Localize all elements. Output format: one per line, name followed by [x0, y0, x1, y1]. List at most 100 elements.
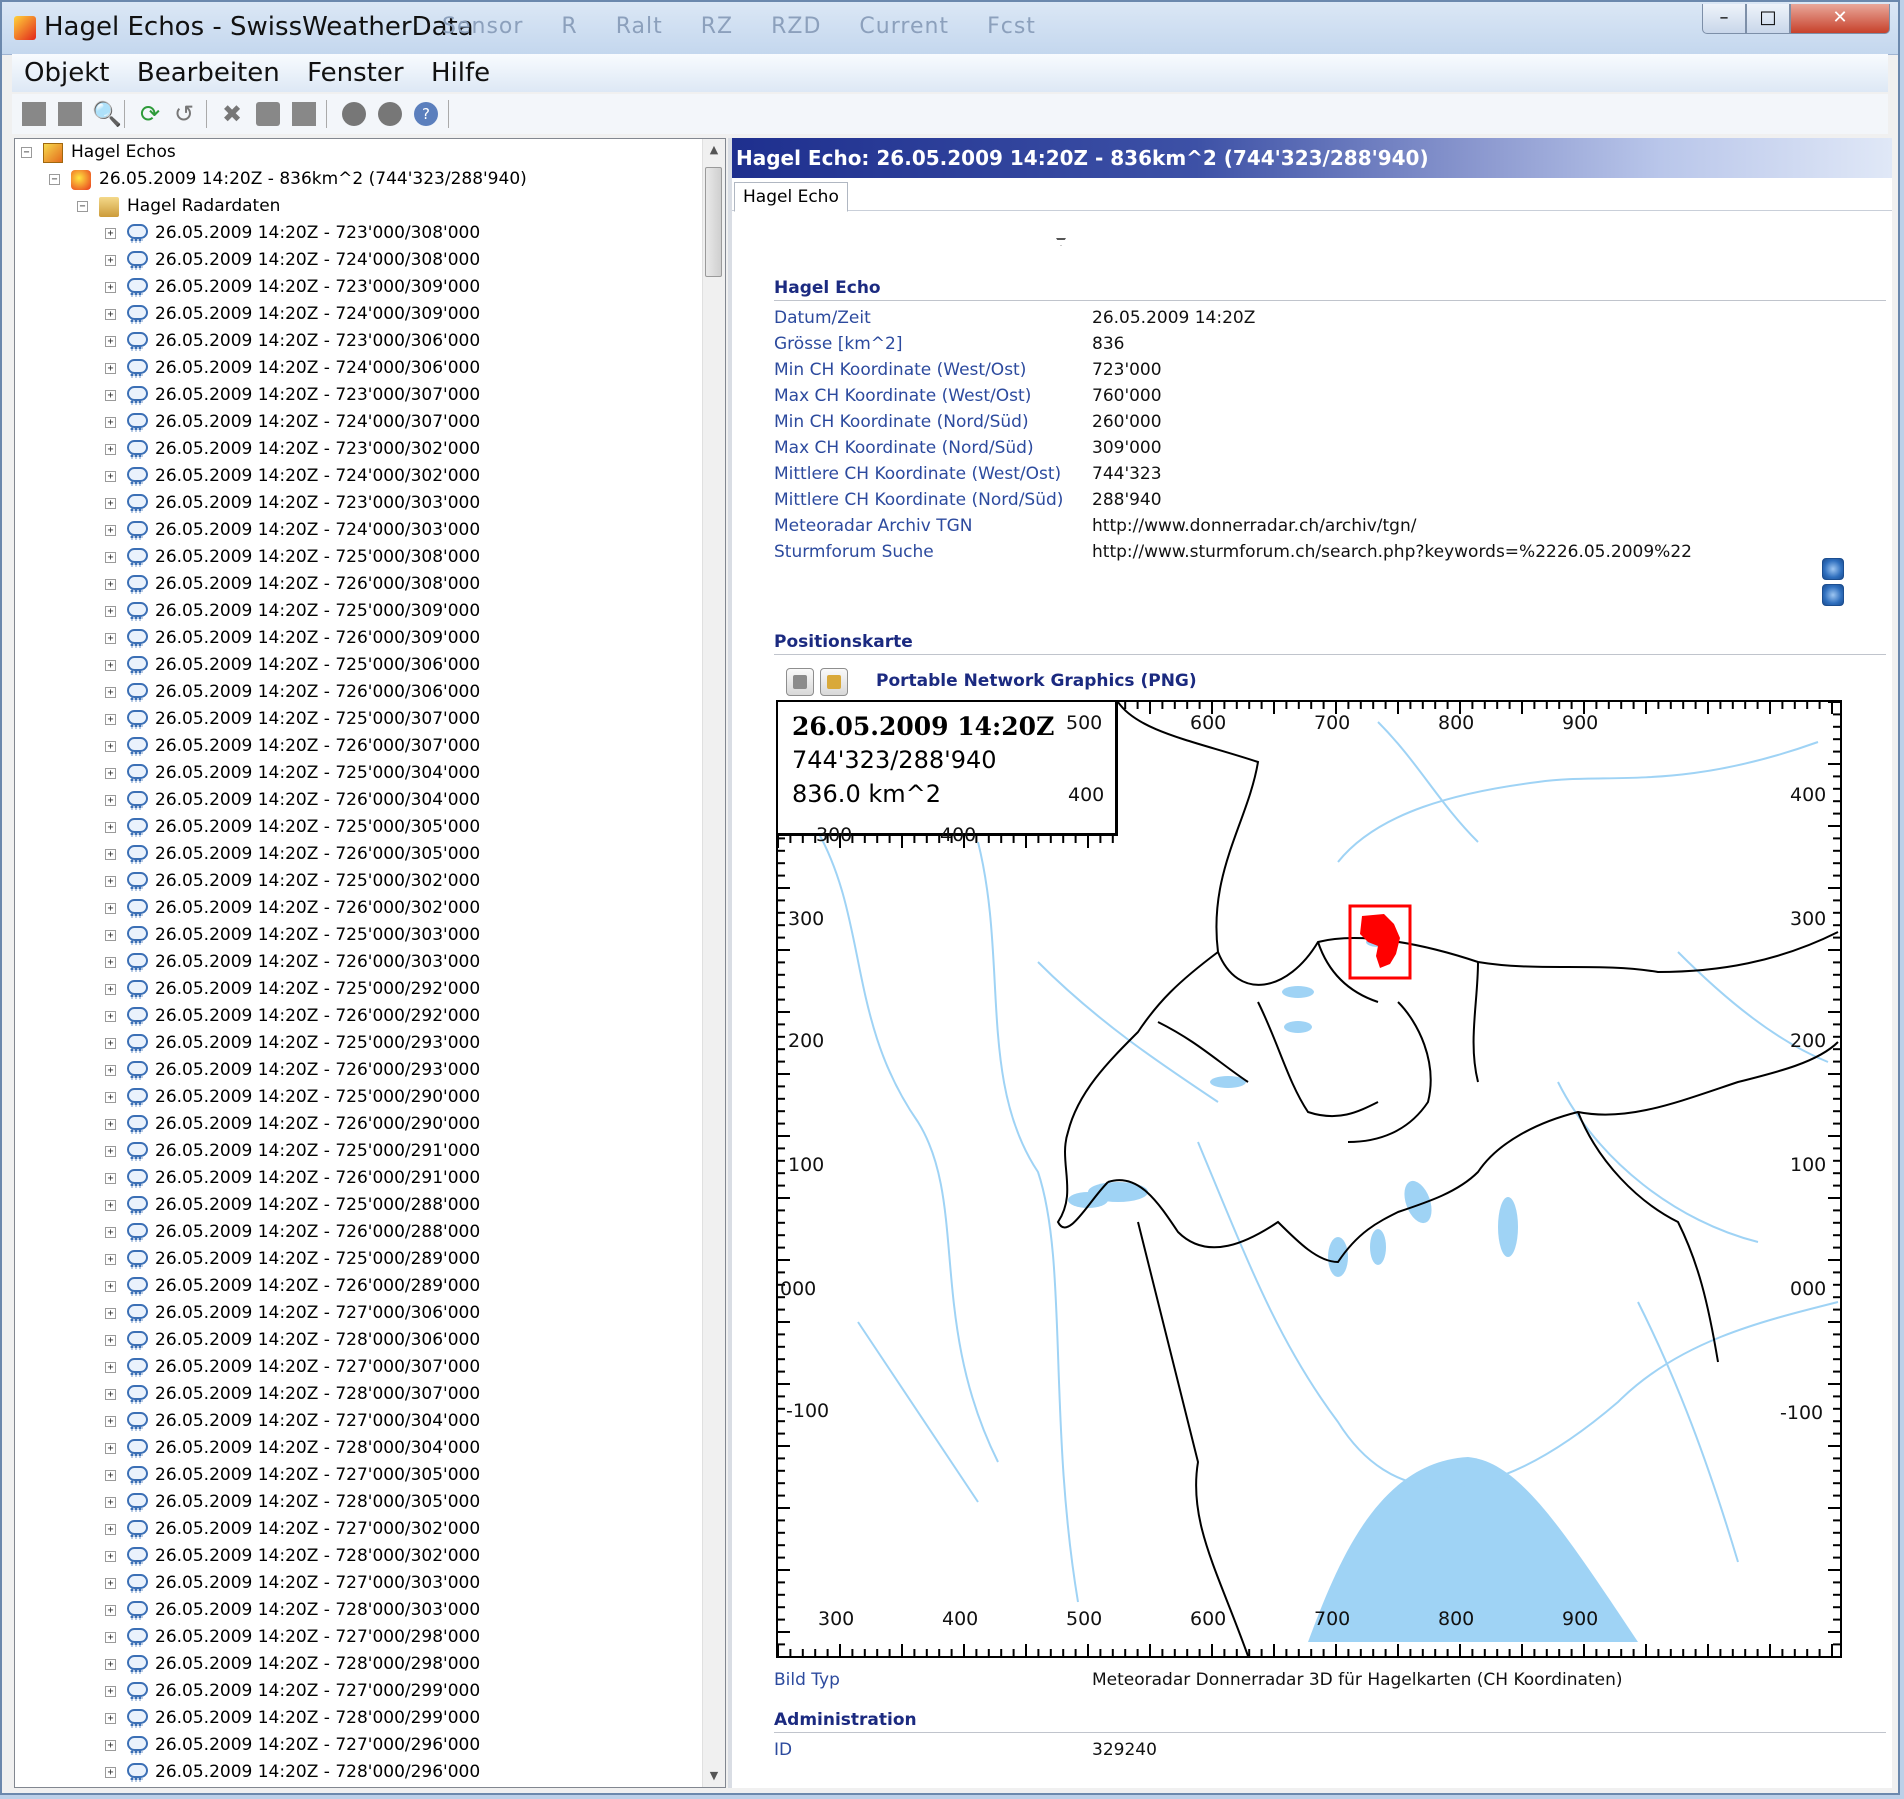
tree-node-radar-item[interactable]: +26.05.2009 14:20Z - 724'000/306'000 [15, 355, 701, 382]
search-icon[interactable]: 🔍 [92, 102, 122, 126]
expand-toggle[interactable]: + [105, 1551, 116, 1562]
menu-fenster[interactable]: Fenster [295, 54, 413, 88]
tree-scrollbar[interactable]: ▲ ▼ [702, 139, 725, 1787]
expand-toggle[interactable]: + [105, 1092, 116, 1103]
tree-node-radar-item[interactable]: +26.05.2009 14:20Z - 725'000/307'000 [15, 706, 701, 733]
expand-toggle[interactable]: + [105, 282, 116, 293]
menu-bearbeiten[interactable]: Bearbeiten [125, 54, 290, 88]
expand-toggle[interactable]: + [105, 1389, 116, 1400]
expand-toggle[interactable]: + [105, 795, 116, 806]
tree-node-radar-item[interactable]: +26.05.2009 14:20Z - 726'000/290'000 [15, 1111, 701, 1138]
tree-node-radar-item[interactable]: +26.05.2009 14:20Z - 726'000/305'000 [15, 841, 701, 868]
expand-toggle[interactable]: + [105, 309, 116, 320]
expand-toggle[interactable]: + [105, 849, 116, 860]
expand-toggle[interactable]: + [105, 417, 116, 428]
expand-toggle[interactable]: + [105, 228, 116, 239]
tree-node-radar-item[interactable]: +26.05.2009 14:20Z - 726'000/307'000 [15, 733, 701, 760]
expand-toggle[interactable]: + [105, 1173, 116, 1184]
delete-icon[interactable]: ✖ [220, 102, 244, 126]
open-link-icon[interactable] [1822, 584, 1844, 606]
tree-node-radar-item[interactable]: +26.05.2009 14:20Z - 726'000/289'000 [15, 1273, 701, 1300]
tree-node-radar-item[interactable]: +26.05.2009 14:20Z - 725'000/305'000 [15, 814, 701, 841]
tree-node-radar-item[interactable]: +26.05.2009 14:20Z - 728'000/307'000 [15, 1381, 701, 1408]
expand-toggle[interactable]: + [105, 1227, 116, 1238]
tree-node-radar-item[interactable]: +26.05.2009 14:20Z - 724'000/302'000 [15, 463, 701, 490]
expand-toggle[interactable]: + [105, 1416, 116, 1427]
prop-value[interactable]: http://www.sturmforum.ch/search.php?keyw… [1092, 542, 1692, 562]
expand-toggle[interactable]: + [105, 1065, 116, 1076]
tree-node-radar-item[interactable]: +26.05.2009 14:20Z - 728'000/296'000 [15, 1759, 701, 1786]
expand-toggle[interactable]: + [105, 1740, 116, 1751]
expand-toggle[interactable]: + [105, 255, 116, 266]
tree-node-radar-item[interactable]: +26.05.2009 14:20Z - 725'000/290'000 [15, 1084, 701, 1111]
tree-node-radar-item[interactable]: +26.05.2009 14:20Z - 728'000/302'000 [15, 1543, 701, 1570]
expand-toggle[interactable]: + [105, 390, 116, 401]
tree-node-radar-item[interactable]: +26.05.2009 14:20Z - 728'000/306'000 [15, 1327, 701, 1354]
tree-node-radar-item[interactable]: +26.05.2009 14:20Z - 728'000/299'000 [15, 1705, 701, 1732]
expand-toggle[interactable]: + [105, 714, 116, 725]
expand-toggle[interactable]: + [105, 1470, 116, 1481]
expand-toggle[interactable]: + [105, 1632, 116, 1643]
tree-node-echo[interactable]: − 26.05.2009 14:20Z - 836km^2 (744'323/2… [15, 166, 701, 193]
expand-toggle[interactable]: + [105, 1767, 116, 1778]
tree-node-radar-folder[interactable]: − Hagel Radardaten [15, 193, 701, 220]
tree-node-radar-item[interactable]: +26.05.2009 14:20Z - 723'000/303'000 [15, 490, 701, 517]
scroll-down-icon[interactable]: ▼ [703, 1765, 725, 1787]
expand-toggle[interactable]: + [105, 1443, 116, 1454]
expand-toggle[interactable]: + [105, 1497, 116, 1508]
expand-toggle[interactable]: + [105, 1119, 116, 1130]
expand-toggle[interactable]: + [105, 903, 116, 914]
expand-toggle[interactable]: + [105, 1200, 116, 1211]
expand-toggle[interactable]: + [105, 1578, 116, 1589]
tree-node-radar-item[interactable]: +26.05.2009 14:20Z - 727'000/304'000 [15, 1408, 701, 1435]
expand-toggle[interactable]: + [105, 1362, 116, 1373]
expand-toggle[interactable]: + [105, 1713, 116, 1724]
expand-toggle[interactable]: + [105, 606, 116, 617]
open-link-icon[interactable] [1822, 558, 1844, 580]
tree-node-radar-item[interactable]: +26.05.2009 14:20Z - 725'000/292'000 [15, 976, 701, 1003]
tree-node-radar-item[interactable]: +26.05.2009 14:20Z - 725'000/302'000 [15, 868, 701, 895]
tree-node-radar-item[interactable]: +26.05.2009 14:20Z - 726'000/292'000 [15, 1003, 701, 1030]
tree-node-radar-item[interactable]: +26.05.2009 14:20Z - 723'000/306'000 [15, 328, 701, 355]
record-icon[interactable] [378, 102, 402, 126]
tree-node-radar-item[interactable]: +26.05.2009 14:20Z - 723'000/302'000 [15, 436, 701, 463]
tab-hagel-echo[interactable]: Hagel Echo [734, 182, 848, 212]
tree-node-radar-item[interactable]: +26.05.2009 14:20Z - 725'000/289'000 [15, 1246, 701, 1273]
scroll-up-icon[interactable]: ▲ [703, 139, 725, 161]
expand-toggle[interactable]: + [105, 957, 116, 968]
expand-toggle[interactable]: + [105, 822, 116, 833]
expand-toggle[interactable]: + [105, 498, 116, 509]
stop-icon[interactable] [342, 102, 366, 126]
expand-toggle[interactable]: + [105, 633, 116, 644]
scroll-thumb[interactable] [705, 167, 722, 277]
expand-toggle[interactable]: + [105, 471, 116, 482]
expand-toggle[interactable]: + [105, 876, 116, 887]
tree-node-radar-item[interactable]: +26.05.2009 14:20Z - 724'000/309'000 [15, 301, 701, 328]
collapse-toggle[interactable]: − [49, 174, 60, 185]
tree-node-radar-item[interactable]: +26.05.2009 14:20Z - 727'000/303'000 [15, 1570, 701, 1597]
expand-toggle[interactable]: + [105, 1254, 116, 1265]
expand-toggle[interactable]: + [105, 930, 116, 941]
expand-toggle[interactable]: + [105, 552, 116, 563]
tree-node-radar-item[interactable]: +26.05.2009 14:20Z - 724'000/307'000 [15, 409, 701, 436]
tree-node-radar-item[interactable]: +26.05.2009 14:20Z - 725'000/306'000 [15, 652, 701, 679]
expand-toggle[interactable]: + [105, 579, 116, 590]
expand-toggle[interactable]: + [105, 336, 116, 347]
tree-node-radar-item[interactable]: +26.05.2009 14:20Z - 727'000/296'000 [15, 1732, 701, 1759]
collapse-toggle[interactable]: − [77, 201, 88, 212]
minimize-button[interactable]: – [1702, 4, 1746, 34]
expand-toggle[interactable]: + [105, 687, 116, 698]
tree-node-radar-item[interactable]: +26.05.2009 14:20Z - 727'000/305'000 [15, 1462, 701, 1489]
tree-node-radar-item[interactable]: +26.05.2009 14:20Z - 726'000/293'000 [15, 1057, 701, 1084]
expand-toggle[interactable]: + [105, 444, 116, 455]
tree-node-radar-item[interactable]: +26.05.2009 14:20Z - 728'000/304'000 [15, 1435, 701, 1462]
copy-image-icon[interactable] [786, 668, 814, 696]
print-icon[interactable] [256, 102, 280, 126]
tree-node-radar-item[interactable]: +26.05.2009 14:20Z - 724'000/308'000 [15, 247, 701, 274]
tree-node-radar-item[interactable]: +26.05.2009 14:20Z - 725'000/291'000 [15, 1138, 701, 1165]
tree-node-radar-item[interactable]: +26.05.2009 14:20Z - 723'000/307'000 [15, 382, 701, 409]
tree-node-radar-item[interactable]: +26.05.2009 14:20Z - 727'000/306'000 [15, 1300, 701, 1327]
tree-node-radar-item[interactable]: +26.05.2009 14:20Z - 726'000/291'000 [15, 1165, 701, 1192]
save-image-icon[interactable] [820, 668, 848, 696]
tree-node-radar-item[interactable]: +26.05.2009 14:20Z - 724'000/303'000 [15, 517, 701, 544]
